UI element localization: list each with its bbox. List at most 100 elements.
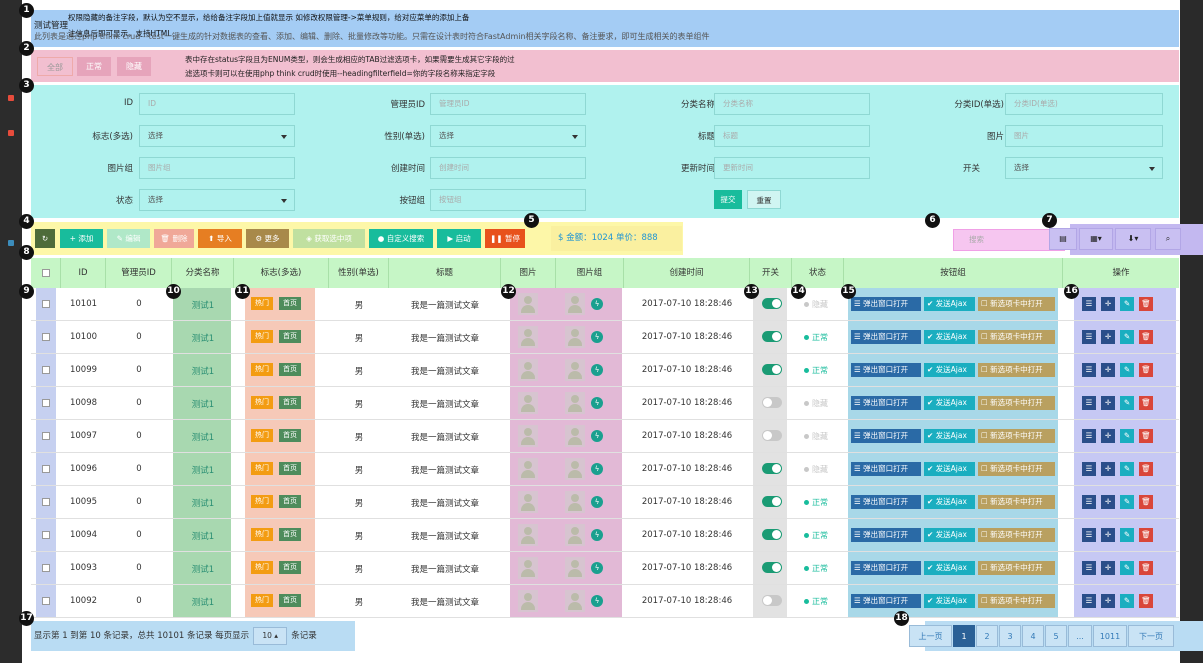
cell-category[interactable]: 测试1 [172,365,234,377]
edit-row-button[interactable]: ✎ [1120,528,1134,542]
pause-button[interactable]: ❚❚ 暂停 [485,229,525,248]
edit-row-button[interactable]: ✎ [1120,297,1134,311]
switch-toggle[interactable] [762,298,782,309]
cell-category[interactable]: 测试1 [172,299,234,311]
admin-id-input[interactable]: 管理员ID [430,93,586,115]
open-new-tab-button[interactable]: ☐ 新选项卡中打开 [978,462,1055,476]
flag-index-tag[interactable]: 首页 [279,330,301,343]
flag-index-tag[interactable]: 首页 [279,462,301,475]
row-checkbox[interactable] [42,597,50,605]
open-new-tab-button[interactable]: ☐ 新选项卡中打开 [978,528,1055,542]
send-ajax-button[interactable]: ✔ 发送Ajax [924,396,975,410]
row-checkbox[interactable] [42,465,50,473]
images-thumbnail[interactable] [565,458,585,480]
open-new-tab-button[interactable]: ☐ 新选项卡中打开 [978,429,1055,443]
image-thumbnail[interactable] [518,458,538,480]
image-input[interactable]: 图片 [1005,125,1163,147]
send-ajax-button[interactable]: ✔ 发送Ajax [924,594,975,608]
flag-index-tag[interactable]: 首页 [279,363,301,376]
send-ajax-button[interactable]: ✔ 发送Ajax [924,363,975,377]
header-select-all[interactable] [31,258,61,288]
header-switch[interactable]: 开关 [750,258,792,288]
send-ajax-button[interactable]: ✔ 发送Ajax [924,429,975,443]
cell-category[interactable]: 测试1 [172,398,234,410]
submit-button[interactable]: 提交 [714,190,742,209]
toggle-view-button[interactable]: ▤ [1049,228,1077,250]
images-input[interactable]: 图片组 [139,157,295,179]
cell-category[interactable]: 测试1 [172,530,234,542]
row-checkbox[interactable] [42,498,50,506]
send-ajax-button[interactable]: ✔ 发送Ajax [924,495,975,509]
detail-button[interactable]: ☰ [1082,528,1096,542]
flag-hot-tag[interactable]: 热门 [251,594,273,607]
switch-select[interactable]: 选择 [1005,157,1163,179]
drag-sort-button[interactable]: ✛ [1101,528,1115,542]
delete-row-button[interactable]: 🗑 [1139,429,1153,443]
drag-sort-button[interactable]: ✛ [1101,330,1115,344]
images-thumbnail[interactable] [565,326,585,348]
header-title[interactable]: 标题 [389,258,501,288]
delete-row-button[interactable]: 🗑 [1139,396,1153,410]
detail-button[interactable]: ☰ [1082,495,1096,509]
drag-sort-button[interactable]: ✛ [1101,363,1115,377]
detail-button[interactable]: ☰ [1082,363,1096,377]
drag-sort-button[interactable]: ✛ [1101,495,1115,509]
header-operate[interactable]: 操作 [1063,258,1179,288]
send-ajax-button[interactable]: ✔ 发送Ajax [924,561,975,575]
header-id[interactable]: ID [61,258,106,288]
columns-button[interactable]: ▦▾ [1079,228,1113,250]
flag-index-tag[interactable]: 首页 [279,396,301,409]
open-new-tab-button[interactable]: ☐ 新选项卡中打开 [978,297,1055,311]
page-4[interactable]: 4 [1022,625,1044,647]
detail-button[interactable]: ☰ [1082,429,1096,443]
header-images[interactable]: 图片组 [556,258,624,288]
delete-row-button[interactable]: 🗑 [1139,330,1153,344]
flag-index-tag[interactable]: 首页 [279,429,301,442]
images-thumbnail[interactable] [565,392,585,414]
delete-row-button[interactable]: 🗑 [1139,561,1153,575]
edit-row-button[interactable]: ✎ [1120,594,1134,608]
header-gender[interactable]: 性别(单选) [329,258,389,288]
more-button[interactable]: ⚙ 更多 [246,229,289,248]
switch-toggle[interactable] [762,595,782,606]
add-button[interactable]: + 添加 [60,229,103,248]
flag-hot-tag[interactable]: 热门 [251,363,273,376]
images-thumbnail[interactable] [565,557,585,579]
button-group-input[interactable]: 按钮组 [430,189,586,211]
send-ajax-button[interactable]: ✔ 发送Ajax [924,528,975,542]
bolt-icon[interactable]: ϟ [591,529,603,541]
switch-toggle[interactable] [762,463,782,474]
refresh-button[interactable]: ↻ [35,229,55,248]
custom-search-button[interactable]: ● 自定义搜索 [369,229,433,248]
drag-sort-button[interactable]: ✛ [1101,561,1115,575]
prev-page-button[interactable]: 上一页 [909,625,952,647]
image-thumbnail[interactable] [518,326,538,348]
send-ajax-button[interactable]: ✔ 发送Ajax [924,462,975,476]
header-created-time[interactable]: 创建时间 [624,258,750,288]
switch-toggle[interactable] [762,562,782,573]
drag-sort-button[interactable]: ✛ [1101,297,1115,311]
flag-hot-tag[interactable]: 热门 [251,330,273,343]
tab-normal[interactable]: 正常 [77,57,111,76]
page-2[interactable]: 2 [976,625,998,647]
edit-row-button[interactable]: ✎ [1120,462,1134,476]
flag-hot-tag[interactable]: 热门 [251,297,273,310]
bolt-icon[interactable]: ϟ [591,430,603,442]
send-ajax-button[interactable]: ✔ 发送Ajax [924,330,975,344]
flag-index-tag[interactable]: 首页 [279,495,301,508]
switch-toggle[interactable] [762,529,782,540]
id-input[interactable]: ID [139,93,295,115]
open-new-tab-button[interactable]: ☐ 新选项卡中打开 [978,561,1055,575]
popup-open-button[interactable]: ☰ 弹出窗口打开 [851,297,921,311]
popup-open-button[interactable]: ☰ 弹出窗口打开 [851,429,921,443]
open-new-tab-button[interactable]: ☐ 新选项卡中打开 [978,594,1055,608]
open-new-tab-button[interactable]: ☐ 新选项卡中打开 [978,330,1055,344]
images-thumbnail[interactable] [565,425,585,447]
tab-hidden[interactable]: 隐藏 [117,57,151,76]
edit-row-button[interactable]: ✎ [1120,495,1134,509]
drag-sort-button[interactable]: ✛ [1101,429,1115,443]
bolt-icon[interactable]: ϟ [591,496,603,508]
header-flag[interactable]: 标志(多选) [234,258,329,288]
get-selected-button[interactable]: ◈ 获取选中项 [293,229,365,248]
category-input[interactable]: 分类名称 [714,93,870,115]
